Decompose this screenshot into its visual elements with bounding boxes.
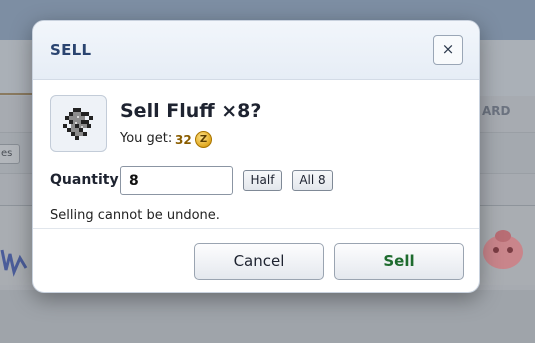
half-button[interactable]: Half (243, 170, 282, 191)
sell-dialog: SELL × Sell Fluff ×8? You get: 32 Z Quan… (32, 20, 480, 293)
item-thumbnail (50, 95, 107, 152)
all-button[interactable]: All 8 (292, 170, 333, 191)
quantity-input[interactable] (120, 166, 233, 195)
dialog-title: SELL (50, 41, 92, 59)
background-creature-icon (483, 230, 523, 269)
quantity-label: Quantity (50, 172, 119, 188)
you-get-label: You get: (120, 131, 173, 146)
background-chip: es (0, 144, 20, 164)
coin-icon: Z (195, 131, 212, 148)
background-tab: ARD (482, 104, 511, 118)
warning-text: Selling cannot be undone. (50, 208, 220, 223)
dialog-header: SELL × (33, 21, 479, 80)
price-value: 32 (175, 133, 192, 147)
fluff-icon (63, 108, 93, 140)
close-button[interactable]: × (433, 35, 463, 65)
sell-button[interactable]: Sell (334, 243, 464, 280)
sell-heading: Sell Fluff ×8? (120, 100, 262, 122)
footer-divider (33, 228, 479, 229)
background-art-icon (0, 249, 28, 277)
background-footer (0, 290, 535, 343)
cancel-button[interactable]: Cancel (194, 243, 324, 280)
